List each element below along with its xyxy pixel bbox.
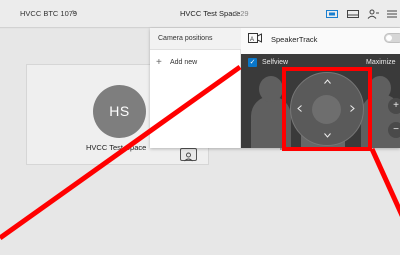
person-silhouette-head bbox=[369, 76, 391, 100]
participant-name: HVCC Test Space bbox=[86, 143, 147, 152]
speakertrack-toggle[interactable] bbox=[384, 33, 400, 43]
chevron-right-icon[interactable]: > bbox=[72, 8, 77, 17]
avatar-initials: HS bbox=[109, 103, 130, 119]
plus-icon[interactable]: + bbox=[156, 57, 162, 68]
person-icon bbox=[184, 152, 193, 162]
pan-tilt-center bbox=[312, 95, 341, 124]
camera-icon[interactable] bbox=[326, 9, 338, 19]
selfview-toggle-button[interactable] bbox=[180, 148, 197, 162]
add-new-button[interactable]: Add new bbox=[170, 59, 197, 66]
participants-icon[interactable] bbox=[367, 9, 379, 19]
call-time: 3:29 bbox=[234, 9, 249, 18]
camera-positions-title: Camera positions bbox=[158, 35, 213, 42]
zoom-in-button[interactable]: + bbox=[388, 98, 400, 114]
device-name[interactable]: HVCC BTC 1079 bbox=[20, 9, 77, 18]
selfview-checkbox[interactable]: ✓ bbox=[248, 58, 257, 67]
speakertrack-label: SpeakerTrack bbox=[271, 35, 318, 44]
zoom-out-button[interactable]: − bbox=[388, 122, 400, 138]
call-header-bar: HVCC BTC 1079 > HVCC Test Space 3:29 bbox=[0, 0, 400, 28]
selfview-label: Selfview bbox=[262, 59, 289, 66]
speakertrack-icon: A bbox=[248, 33, 262, 43]
layout-icon[interactable] bbox=[347, 9, 359, 19]
call-title: HVCC Test Space bbox=[180, 9, 241, 18]
person-silhouette bbox=[251, 96, 291, 148]
chevron-down-icon bbox=[324, 133, 331, 138]
svg-text:A: A bbox=[250, 37, 254, 43]
camera-positions-header: Camera positions bbox=[150, 28, 241, 50]
camera-positions-pane: Camera positions bbox=[150, 28, 241, 148]
more-icon[interactable] bbox=[386, 9, 398, 19]
person-silhouette-head bbox=[259, 76, 283, 102]
maximize-button[interactable]: Maximize bbox=[366, 59, 396, 66]
tilt-down-button[interactable] bbox=[324, 131, 331, 140]
chevron-up-icon bbox=[324, 79, 331, 84]
tilt-up-button[interactable] bbox=[324, 77, 331, 86]
pan-left-button[interactable] bbox=[297, 105, 302, 114]
chevron-left-icon bbox=[297, 105, 302, 112]
pan-right-button[interactable] bbox=[350, 105, 355, 114]
chevron-right-icon bbox=[350, 105, 355, 112]
